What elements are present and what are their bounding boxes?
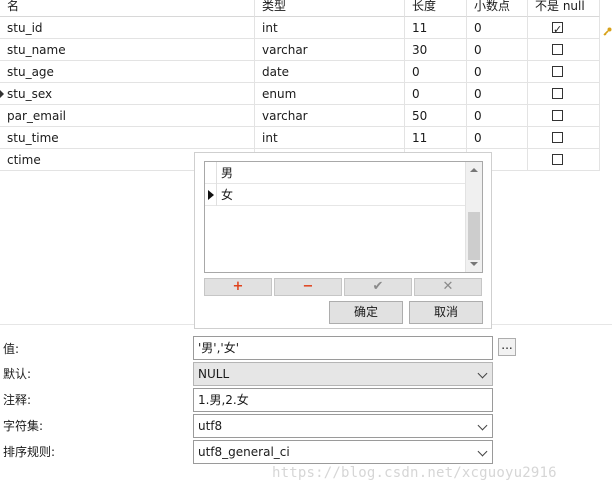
field-name-cell[interactable]: par_email — [0, 105, 255, 127]
collation-label: 排序规则: — [3, 445, 56, 459]
charset-select[interactable]: utf8 — [193, 414, 493, 438]
not-null-checkbox[interactable] — [552, 110, 563, 121]
charset-select-value: utf8 — [198, 419, 223, 433]
not-null-cell — [528, 39, 600, 61]
field-length-cell[interactable]: 50 — [405, 105, 467, 127]
field-length-cell[interactable]: 0 — [405, 83, 467, 105]
scroll-up-icon[interactable] — [470, 168, 478, 172]
not-null-cell — [528, 127, 600, 149]
default-select[interactable]: NULL — [193, 362, 493, 386]
field-type-cell[interactable]: varchar — [255, 39, 405, 61]
field-decimals-cell[interactable]: 0 — [467, 17, 528, 39]
list-item[interactable]: 女 — [205, 184, 465, 206]
not-null-checkbox[interactable] — [552, 44, 563, 55]
list-item-label: 女 — [221, 188, 234, 202]
field-length-cell[interactable]: 30 — [405, 39, 467, 61]
confirm-edit-button[interactable]: ✔ — [344, 278, 412, 296]
table-row[interactable]: stu_time int 11 0 — [0, 127, 612, 149]
not-null-cell — [528, 83, 600, 105]
field-type-cell[interactable]: int — [255, 17, 405, 39]
header-not-null[interactable]: 不是 null — [528, 0, 600, 17]
field-name-cell[interactable]: stu_id — [0, 17, 255, 39]
field-type-cell[interactable]: varchar — [255, 105, 405, 127]
vertical-scrollbar[interactable] — [465, 162, 482, 272]
scroll-down-icon[interactable] — [470, 262, 478, 266]
header-type[interactable]: 类型 — [255, 0, 405, 17]
field-length-cell[interactable]: 11 — [405, 17, 467, 39]
enum-values-list[interactable]: 男 女 — [204, 161, 483, 273]
table-row[interactable]: par_email varchar 50 0 — [0, 105, 612, 127]
header-name[interactable]: 名 — [0, 0, 255, 17]
cancel-button[interactable]: 取消 — [409, 301, 483, 324]
ok-button[interactable]: 确定 — [329, 301, 403, 324]
collation-select[interactable]: utf8_general_ci — [193, 440, 493, 464]
field-type-cell[interactable]: enum — [255, 83, 405, 105]
field-length-cell[interactable]: 0 — [405, 61, 467, 83]
table-row[interactable]: stu_id int 11 0 — [0, 17, 612, 39]
field-decimals-cell[interactable]: 0 — [467, 105, 528, 127]
field-name-cell[interactable]: stu_sex — [0, 83, 255, 105]
default-label: 默认: — [3, 367, 32, 381]
default-select-value: NULL — [198, 367, 230, 381]
table-row[interactable]: stu_sex enum 0 0 — [0, 83, 612, 105]
field-type-cell[interactable]: date — [255, 61, 405, 83]
current-row-pointer-icon — [208, 190, 214, 200]
field-type-cell[interactable]: int — [255, 127, 405, 149]
collation-select-value: utf8_general_ci — [198, 445, 290, 459]
field-decimals-cell[interactable]: 0 — [467, 61, 528, 83]
field-decimals-cell[interactable]: 0 — [467, 83, 528, 105]
not-null-checkbox[interactable] — [552, 88, 563, 99]
not-null-checkbox[interactable] — [552, 66, 563, 77]
table-header: 名 类型 长度 小数点 不是 null — [0, 0, 612, 17]
chevron-down-icon — [477, 368, 488, 379]
field-name-cell[interactable]: stu_time — [0, 127, 255, 149]
field-name-cell[interactable]: stu_age — [0, 61, 255, 83]
field-length-cell[interactable]: 11 — [405, 127, 467, 149]
scroll-thumb[interactable] — [468, 212, 480, 260]
value-input[interactable]: '男','女' — [193, 336, 493, 360]
header-length[interactable]: 长度 — [405, 0, 467, 17]
edit-values-button[interactable]: ... — [498, 338, 516, 356]
remove-value-button[interactable]: − — [274, 278, 342, 296]
value-label: 值: — [3, 342, 20, 356]
row-marker — [205, 184, 217, 206]
field-decimals-cell[interactable]: 0 — [467, 39, 528, 61]
cancel-edit-button[interactable]: ✕ — [414, 278, 482, 296]
not-null-cell — [528, 17, 600, 39]
field-decimals-cell[interactable]: 0 — [467, 127, 528, 149]
add-value-button[interactable]: + — [204, 278, 272, 296]
key-icon — [603, 27, 612, 36]
field-name-cell[interactable]: stu_name — [0, 39, 255, 61]
chevron-down-icon — [477, 446, 488, 457]
not-null-checkbox[interactable] — [552, 154, 563, 165]
chevron-down-icon — [477, 420, 488, 431]
table-row[interactable]: stu_age date 0 0 — [0, 61, 612, 83]
header-decimals[interactable]: 小数点 — [467, 0, 528, 17]
row-marker — [205, 162, 217, 184]
enum-values-popup: 男 女 + − ✔ ✕ 确定 取消 — [194, 152, 492, 329]
comment-input[interactable]: 1.男,2.女 — [193, 388, 493, 412]
charset-label: 字符集: — [3, 419, 44, 433]
list-item[interactable]: 男 — [205, 162, 465, 184]
not-null-cell — [528, 149, 600, 171]
list-item-label: 男 — [221, 166, 234, 180]
not-null-checkbox[interactable] — [552, 19, 563, 38]
not-null-cell — [528, 105, 600, 127]
not-null-checkbox[interactable] — [552, 132, 563, 143]
comment-label: 注释: — [3, 393, 32, 407]
not-null-cell — [528, 61, 600, 83]
watermark: https://blog.csdn.net/xcguoyu2916 — [272, 465, 557, 481]
table-row[interactable]: stu_name varchar 30 0 — [0, 39, 612, 61]
